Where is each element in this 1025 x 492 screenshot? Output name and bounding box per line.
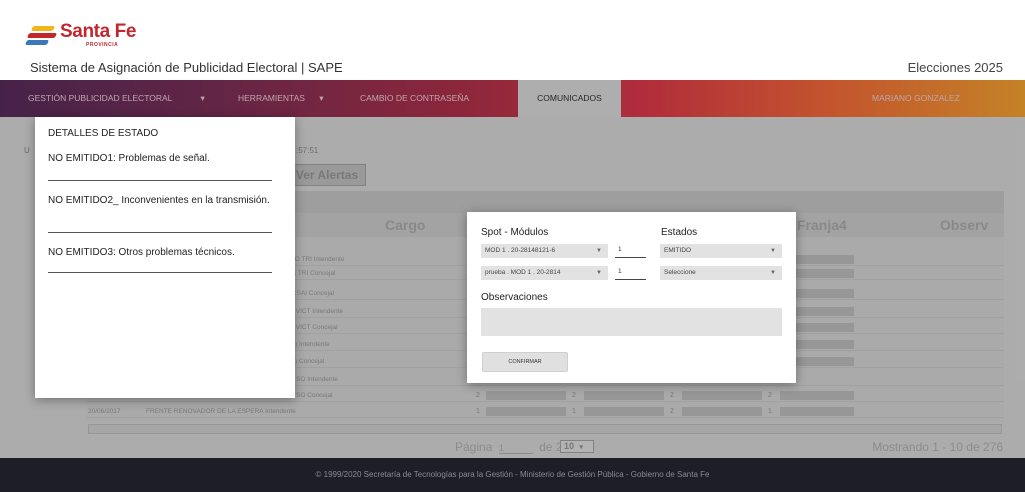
divider	[48, 272, 272, 273]
logo-subtext: PROVINCIA	[86, 42, 119, 48]
estados-label: Estados	[661, 227, 698, 238]
observaciones-textarea[interactable]	[481, 308, 782, 336]
divider	[48, 232, 272, 233]
spot-modulos-label: Spot - Módulos	[481, 227, 549, 238]
footer: © 1999/2020 Secretaría de Tecnologías pa…	[0, 458, 1025, 492]
spot-select-value: MOD 1 . 20-28148121-6	[485, 247, 556, 254]
footer-text: © 1999/2020 Secretaría de Tecnologías pa…	[315, 470, 710, 479]
chevron-down-icon: ▼	[596, 270, 602, 276]
logo-text: Santa Fe	[60, 21, 136, 42]
elections-label: Elecciones 2025	[907, 60, 1003, 75]
chevron-down-icon: ▼	[770, 270, 776, 276]
spot-status-modal: Spot - Módulos Estados MOD 1 . 20-281481…	[467, 212, 796, 383]
status-item: NO EMITIDO2_ Inconvenientes en la transm…	[48, 195, 270, 206]
quantity-input[interactable]: 1	[615, 244, 646, 258]
confirm-label: CONFIRMAR	[508, 359, 542, 365]
nav-dim-overlay	[0, 80, 1025, 117]
observaciones-label: Observaciones	[481, 292, 548, 303]
spot-select[interactable]: MOD 1 . 20-28148121-6 ▼	[481, 244, 608, 258]
divider	[48, 180, 272, 181]
status-item: NO EMITIDO3: Otros problemas técnicos.	[48, 247, 235, 258]
status-details-panel: DETALLES DE ESTADO NO EMITIDO1: Problema…	[35, 117, 295, 398]
status-item: NO EMITIDO1: Problemas de señal.	[48, 153, 210, 164]
estado-select[interactable]: Seleccione ▼	[660, 266, 782, 280]
status-panel-title: DETALLES DE ESTADO	[48, 128, 159, 139]
app-title: Sistema de Asignación de Publicidad Elec…	[30, 60, 343, 75]
chevron-down-icon: ▼	[596, 248, 602, 254]
spot-select[interactable]: prueba . MOD 1 . 20-2814 ▼	[481, 266, 608, 280]
quantity-input[interactable]: 1	[615, 266, 646, 280]
estado-select-value: Seleccione	[664, 269, 696, 276]
header: Santa Fe PROVINCIA Sistema de Asignación…	[0, 0, 1025, 80]
chevron-down-icon: ▼	[770, 248, 776, 254]
santa-fe-logo: Santa Fe PROVINCIA	[24, 21, 166, 52]
estado-select[interactable]: EMITIDO ▼	[660, 244, 782, 258]
spot-select-value: prueba . MOD 1 . 20-2814	[485, 269, 561, 276]
confirm-button[interactable]: CONFIRMAR	[482, 352, 568, 372]
logo-flag-icon	[24, 24, 58, 50]
estado-select-value: EMITIDO	[664, 247, 692, 254]
